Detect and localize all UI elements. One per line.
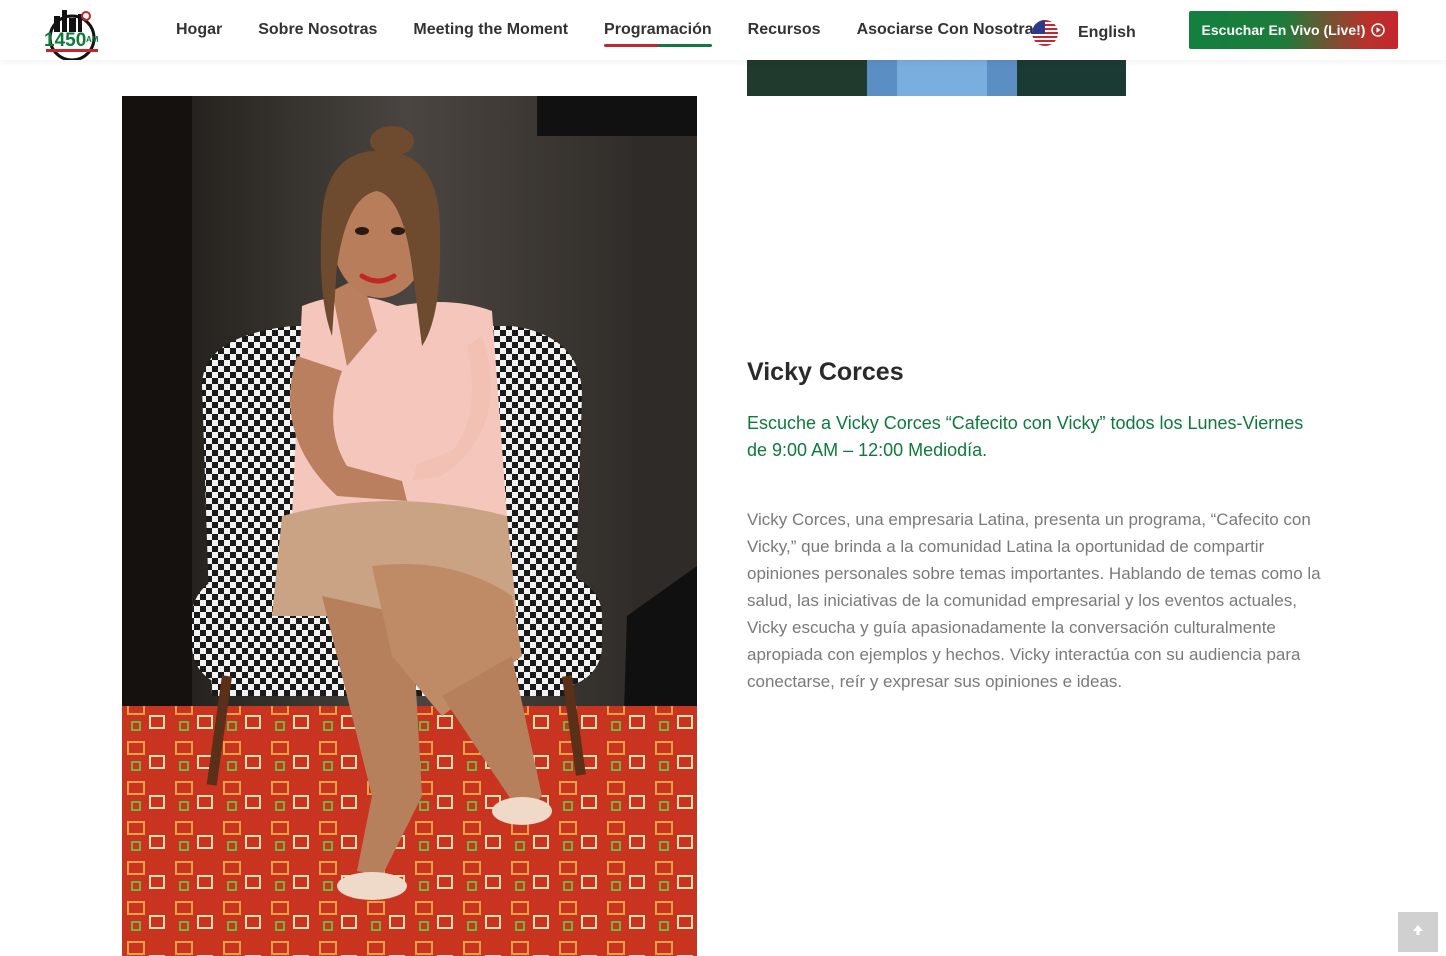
arrow-up-icon — [1411, 923, 1425, 942]
scroll-to-top-button[interactable] — [1398, 912, 1438, 952]
host-name: Vicky Corces — [747, 358, 904, 386]
nav-item-sobre-nosotras[interactable]: Sobre Nosotras — [258, 15, 377, 45]
nav-item-hogar[interactable]: Hogar — [176, 15, 222, 45]
show-schedule: Escuche a Vicky Corces “Cafecito con Vic… — [747, 413, 1304, 460]
svg-text:AM: AM — [86, 35, 99, 44]
nav-item-recursos[interactable]: Recursos — [748, 15, 821, 45]
svg-text:1450: 1450 — [44, 30, 86, 51]
host-photo — [122, 96, 697, 956]
language-switcher[interactable]: English — [1032, 20, 1136, 46]
main-nav: Hogar Sobre Nosotras Meeting the Moment … — [158, 0, 1060, 60]
site-header: 1450 AM Hogar Sobre Nosotras Meeting the… — [0, 0, 1446, 62]
nav-item-asociarse[interactable]: Asociarse Con Nosotras — [857, 15, 1043, 45]
listen-live-button[interactable]: Escuchar En Vivo (Live!) — [1189, 11, 1398, 49]
nav-item-meeting-the-moment[interactable]: Meeting the Moment — [413, 15, 568, 45]
previous-host-photo — [747, 60, 1126, 96]
host-bio: Vicky Corces, una empresaria Latina, pre… — [747, 510, 1321, 691]
listen-live-label: Escuchar En Vivo (Live!) — [1201, 22, 1366, 38]
play-circle-icon — [1371, 23, 1386, 37]
us-flag-icon — [1032, 20, 1058, 46]
nav-item-programacion[interactable]: Programación — [604, 15, 712, 47]
language-label: English — [1078, 24, 1136, 41]
station-logo[interactable]: 1450 AM — [40, 4, 104, 62]
